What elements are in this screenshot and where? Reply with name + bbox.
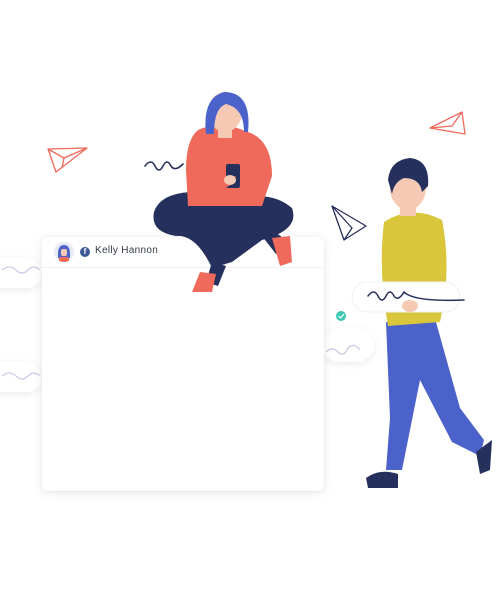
man-figure bbox=[351, 158, 492, 488]
paper-plane-icon bbox=[47, 147, 88, 173]
scribble-line bbox=[1, 266, 41, 274]
scribble-line bbox=[325, 344, 361, 355]
woman-figure bbox=[153, 92, 294, 292]
scribble-line bbox=[1, 372, 41, 380]
illustration bbox=[1, 92, 492, 488]
paper-plane-icon bbox=[429, 111, 466, 135]
paper-plane-icon bbox=[331, 205, 367, 241]
scribble-line bbox=[144, 161, 184, 171]
check-icon bbox=[336, 311, 346, 321]
